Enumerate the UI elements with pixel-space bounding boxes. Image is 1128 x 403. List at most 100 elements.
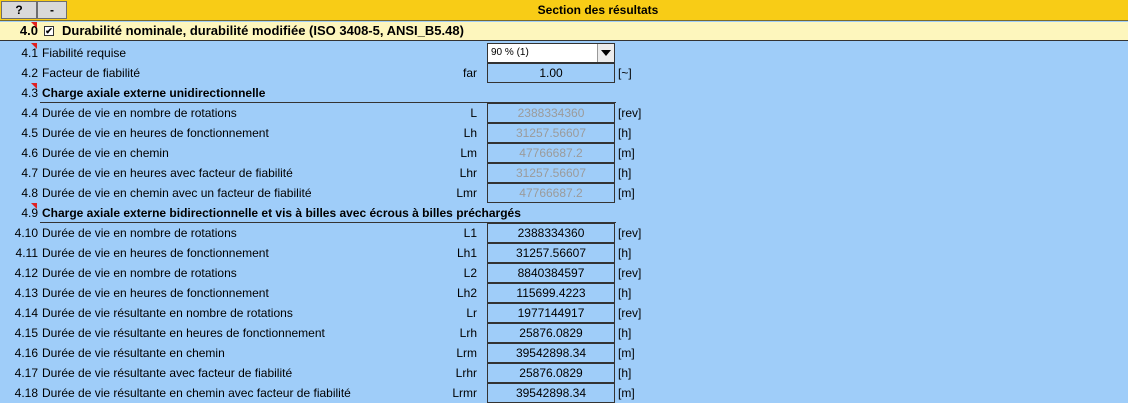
table-row: 4.16 Durée de vie résultante en chemin Lrm… [0, 343, 1128, 363]
row-number: 4.11 [15, 246, 38, 260]
row-label: Durée de vie en heures de fonctionnement [42, 126, 269, 140]
row-unit: [m] [618, 146, 635, 160]
value-cell: 47766687.2 [487, 143, 615, 163]
row-number: 4.16 [14, 346, 38, 360]
row-symbol: Lh1 [456, 246, 477, 260]
row-symbol: L2 [463, 266, 477, 280]
row-unit: [h] [618, 166, 632, 180]
row-label: Durée de vie résultante avec facteur de … [42, 366, 293, 380]
row-label: Durée de vie en heures avec facteur de f… [42, 166, 293, 180]
value-cell: 1.00 [487, 63, 615, 83]
value-cell: 47766687.2 [487, 183, 615, 203]
value-cell: 31257.56607 [487, 123, 615, 143]
table-row: 4.12 Durée de vie en nombre de rotations L… [0, 263, 1128, 283]
chevron-down-icon[interactable] [597, 44, 614, 62]
page-title: Section des résultats [537, 3, 659, 17]
row-number: 4.13 [14, 286, 38, 300]
comment-marker-icon [31, 22, 37, 28]
row-symbol: L [470, 106, 477, 120]
table-row: 4.8 Durée de vie en chemin avec un facteu… [0, 183, 1128, 203]
table-row: 4.2 Facteur de fiabilité far 1.00 [~] [0, 63, 1128, 83]
row-symbol: Lr [466, 306, 477, 320]
row-label: Durée de vie en nombre de rotations [42, 226, 237, 240]
value-cell: 2388334360 [487, 103, 615, 123]
row-number: 4.7 [21, 166, 38, 180]
row-symbol: Lh2 [456, 286, 477, 300]
value-cell: 39542898.34 [487, 343, 615, 363]
row-label: Facteur de fiabilité [42, 66, 141, 80]
row-unit: [h] [618, 246, 632, 260]
section-title: Durabilité nominale, durabilité modifiée… [62, 23, 464, 38]
table-row: 4.18 Durée de vie résultante en chemin av… [0, 383, 1128, 403]
toolbar: ? - Section des résultats [0, 0, 1128, 21]
subsection-title: Charge axiale externe unidirectionnelle [42, 86, 266, 100]
row-number: 4.5 [21, 126, 38, 140]
reliability-select[interactable]: 90 % (1) [487, 43, 615, 63]
row-unit: [h] [618, 286, 632, 300]
row-number: 4.6 [21, 146, 38, 160]
table-row: 4.15 Durée de vie résultante en heures de… [0, 323, 1128, 343]
row-symbol: Lrhr [455, 366, 477, 380]
value-cell: 25876.0829 [487, 323, 615, 343]
table-row: 4.6 Durée de vie en chemin Lm 47766687.2 [m] [0, 143, 1128, 163]
table-row: 4.10 Durée de vie en nombre de rotations L… [0, 223, 1128, 243]
reliability-select-value: 90 % (1) [491, 47, 529, 58]
value-cell: 1977144917 [487, 303, 615, 323]
row-unit: [m] [618, 186, 635, 200]
row-symbol: Lhr [459, 166, 477, 180]
row-unit: [rev] [618, 226, 642, 240]
row-unit: [rev] [618, 306, 642, 320]
value-cell: 31257.56607 [487, 243, 615, 263]
row-label: Durée de vie en heures de fonctionnement [42, 246, 269, 260]
row-number: 4.14 [14, 306, 38, 320]
row-label: Durée de vie en nombre de rotations [42, 266, 237, 280]
row-number: 4.8 [21, 186, 38, 200]
row-symbol: Lm [460, 146, 477, 160]
row-label: Durée de vie résultante en nombre de rot… [42, 306, 293, 320]
row-symbol: Lrmr [452, 386, 477, 400]
table-row: 4.1 Fiabilité requise 90 % (1) [0, 43, 1128, 63]
table-row: 4.5 Durée de vie en heures de fonctionnem… [0, 123, 1128, 143]
row-label: Durée de vie résultante en heures de fon… [42, 326, 325, 340]
row-unit: [m] [618, 346, 635, 360]
table-row: 4.7 Durée de vie en heures avec facteur d… [0, 163, 1128, 183]
help-button[interactable]: ? [1, 1, 37, 19]
row-number: 4.15 [14, 326, 38, 340]
row-label: Durée de vie en heures de fonctionnement [42, 286, 269, 300]
row-number: 4.2 [21, 66, 38, 80]
collapse-button[interactable]: - [37, 1, 67, 19]
table-row: 4.13 Durée de vie en heures de fonctionne… [0, 283, 1128, 303]
section-checkbox[interactable]: ✔ [44, 26, 54, 36]
row-label: Durée de vie résultante en chemin [42, 346, 225, 360]
row-label: Durée de vie résultante en chemin avec f… [42, 386, 351, 400]
row-unit: [h] [618, 126, 632, 140]
value-cell: 39542898.34 [487, 383, 615, 403]
table-row: 4.3 Charge axiale externe unidirectionnel… [0, 83, 1128, 103]
value-cell: 2388334360 [487, 223, 615, 243]
table-row: 4.9 Charge axiale externe bidirectionnell… [0, 203, 1128, 223]
row-symbol: Lrm [456, 346, 477, 360]
row-unit: [~] [618, 66, 632, 80]
row-number: 4.18 [14, 386, 38, 400]
value-cell: 8840384597 [487, 263, 615, 283]
row-symbol: Lh [463, 126, 477, 140]
row-number: 4.10 [14, 226, 38, 240]
row-symbol: L1 [463, 226, 477, 240]
row-unit: [m] [618, 386, 635, 400]
row-label: Durée de vie en nombre de rotations [42, 106, 237, 120]
table-row: 4.17 Durée de vie résultante avec facteur… [0, 363, 1128, 383]
comment-marker-icon [31, 43, 37, 49]
row-unit: [h] [618, 366, 632, 380]
row-number: 4.12 [14, 266, 38, 280]
row-unit: [rev] [618, 266, 642, 280]
section-header: 4.0 ✔ Durabilité nominale, durabilité mo… [0, 22, 1128, 41]
row-symbol: Lmr [456, 186, 477, 200]
table-row: 4.11 Durée de vie en heures de fonctionne… [0, 243, 1128, 263]
row-unit: [h] [618, 326, 632, 340]
table-row: 4.14 Durée de vie résultante en nombre de… [0, 303, 1128, 323]
row-symbol: Lrh [459, 326, 477, 340]
subsection-title: Charge axiale externe bidirectionnelle e… [42, 206, 521, 220]
comment-marker-icon [31, 203, 37, 209]
table-row: 4.4 Durée de vie en nombre de rotations L 2… [0, 103, 1128, 123]
row-number: 4.4 [21, 106, 38, 120]
